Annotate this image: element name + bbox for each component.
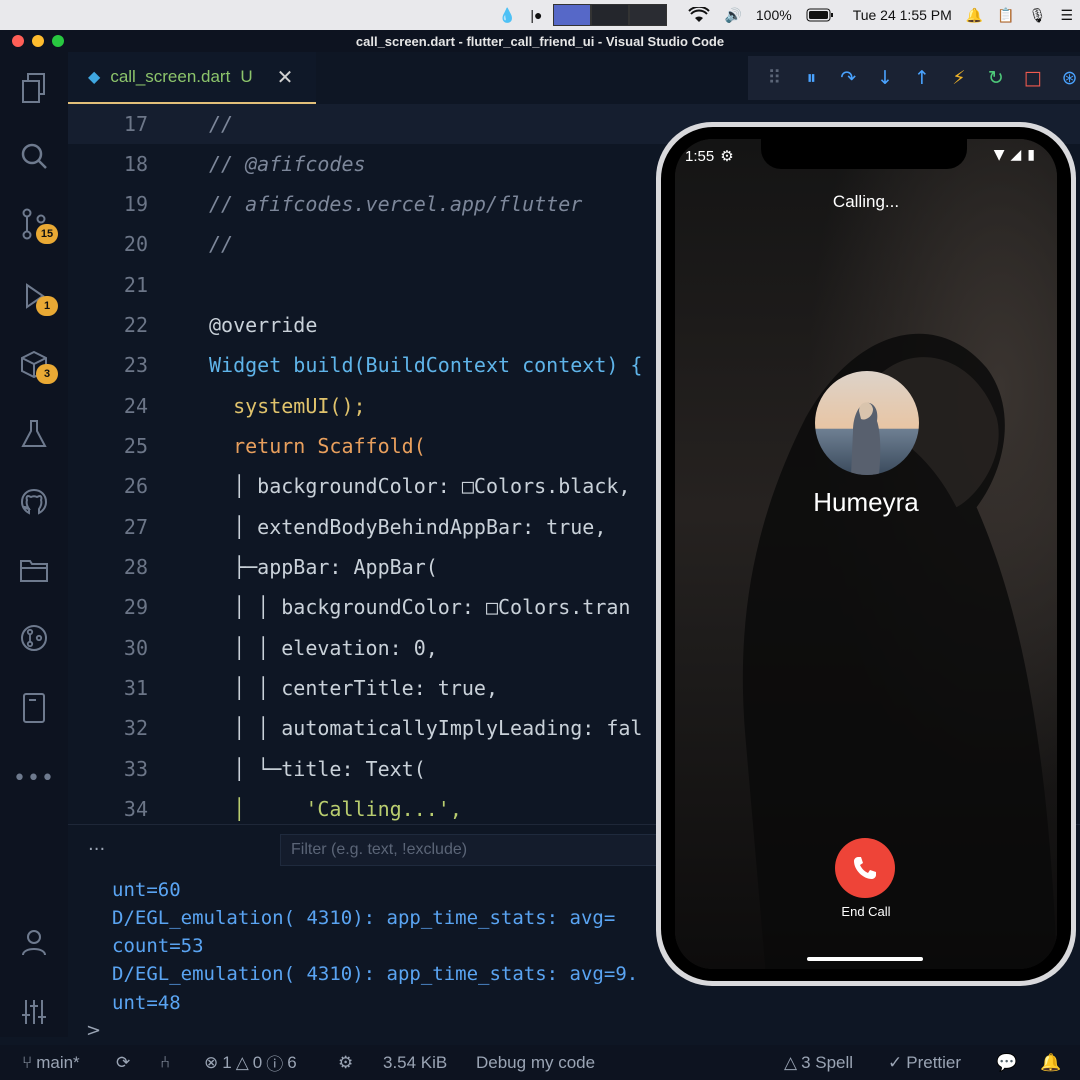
problems-indicator[interactable]: ⊗ 1 △ 0 ⓘ 6 — [204, 1050, 297, 1075]
prettier-indicator[interactable]: ✓ Prettier — [888, 1053, 961, 1073]
space-2[interactable] — [591, 4, 630, 26]
console-prompt[interactable]: > — [86, 1020, 101, 1041]
restart-icon[interactable]: ↻ — [985, 67, 1006, 89]
avatar — [815, 371, 919, 475]
error-icon: ⊗ — [204, 1052, 219, 1072]
pause-icon[interactable]: ⏸ — [801, 67, 822, 89]
macos-menu-bar: 💧 |● 🔊 100% Tue 24 1:55 PM 🔔 📋 🎙 ☰ — [0, 0, 1080, 30]
tab-call-screen[interactable]: ◆ call_screen.dart U ✕ — [68, 52, 316, 104]
check-icon: ✓ — [888, 1052, 903, 1072]
account-icon[interactable] — [14, 922, 54, 962]
step-out-icon[interactable]: ↑ — [912, 67, 933, 89]
extensions-badge: 3 — [36, 364, 58, 384]
explorer-icon[interactable] — [14, 68, 54, 108]
log-line: count=53 — [112, 935, 204, 957]
git-graph-icon[interactable]: ⑃ — [160, 1053, 170, 1073]
testing-flask-icon[interactable] — [14, 414, 54, 454]
branch-icon: ⑂ — [22, 1052, 33, 1072]
log-line: D/EGL_emulation( 4310): app_time_stats: … — [112, 907, 616, 929]
hot-reload-icon[interactable]: ⚡ — [948, 67, 969, 89]
control-center-icon[interactable]: ☰ — [1053, 0, 1080, 30]
drag-handle-icon[interactable]: ⠿ — [764, 67, 785, 89]
maximize-window-button[interactable] — [52, 35, 64, 47]
wifi-icon: ▼ — [993, 147, 1005, 163]
activity-bar: 15 1 3 ••• — [0, 52, 68, 1037]
dart-file-icon: ◆ — [88, 69, 101, 86]
calling-title: Calling... — [832, 192, 900, 211]
battery-icon[interactable] — [799, 0, 841, 30]
panel-more-icon[interactable]: ··· — [88, 839, 105, 860]
folder-icon[interactable] — [14, 550, 54, 590]
phone-icon — [854, 857, 876, 879]
clipboard-icon[interactable]: 📋 — [990, 0, 1021, 30]
device-icon[interactable] — [14, 688, 54, 728]
phone-notch — [761, 139, 967, 169]
more-icon[interactable]: ••• — [13, 758, 54, 798]
run-debug-badge: 1 — [36, 296, 58, 316]
pull-requests-icon[interactable] — [14, 618, 54, 658]
close-tab-icon[interactable]: ✕ — [277, 65, 294, 90]
droplet-icon[interactable]: 💧 — [492, 0, 523, 30]
debug-config[interactable]: Debug my code — [476, 1053, 595, 1073]
notification-bell-icon[interactable]: 🔔 — [959, 0, 990, 30]
phone-status-time: 1:55 ⚙ — [685, 147, 734, 166]
caller-name: Humeyra — [813, 487, 919, 517]
end-call-button[interactable] — [835, 838, 895, 898]
settings-gear-icon: ⚙ — [720, 148, 734, 165]
battery-percent: 100% — [755, 7, 792, 23]
space-3[interactable] — [629, 4, 668, 26]
feedback-icon[interactable]: 💬 — [996, 1053, 1017, 1073]
log-line: unt=60 — [112, 879, 181, 901]
window-title: call_screen.dart - flutter_call_friend_u… — [355, 33, 725, 49]
sync-icon[interactable]: ⟳ — [116, 1053, 130, 1073]
space-1[interactable] — [553, 4, 592, 26]
battery-icon: ▮ — [1027, 147, 1035, 163]
log-line: D/EGL_emulation( 4310): app_time_stats: … — [112, 963, 639, 985]
extensions-icon[interactable]: 3 — [14, 344, 58, 384]
call-screen: 1:55 ⚙ ▼ ◢ ▮ Calling... Humeyra End Call — [675, 139, 1057, 969]
tab-filename: call_screen.dart — [110, 67, 231, 86]
search-icon[interactable] — [14, 136, 54, 176]
branch-indicator[interactable]: ⑂ main* — [22, 1053, 80, 1073]
run-debug-icon[interactable]: 1 — [14, 276, 58, 316]
stop-icon[interactable]: □ — [1022, 67, 1043, 89]
spaces-indicator[interactable] — [553, 4, 668, 26]
signal-icon: ◢ — [1010, 147, 1022, 163]
clock[interactable]: Tue 24 1:55 PM — [841, 0, 959, 30]
status-bar: ⑂ main* ⟳ ⑃ ⊗ 1 △ 0 ⓘ 6 ⚙ 3.54 KiB Debug… — [0, 1045, 1080, 1080]
run-icon[interactable]: ⚙ — [338, 1053, 353, 1073]
home-indicator[interactable] — [807, 957, 923, 961]
close-window-button[interactable] — [12, 35, 24, 47]
warning-icon: △ — [235, 1052, 249, 1072]
tab-untracked-status: U — [240, 67, 253, 86]
source-control-badge: 15 — [36, 224, 58, 244]
github-icon[interactable] — [14, 482, 54, 522]
console-filter-input[interactable]: Filter (e.g. text, !exclude) — [280, 834, 700, 866]
debug-toolbar: ⠿ ⏸ ↷ ↓ ↑ ⚡ ↻ □ ⊛ — [748, 56, 1080, 100]
spell-indicator[interactable]: △ 3 Spell — [784, 1053, 853, 1073]
phone-bezel: 1:55 ⚙ ▼ ◢ ▮ Calling... Humeyra End Call — [661, 127, 1071, 981]
step-over-icon[interactable]: ↷ — [838, 67, 859, 89]
warning-icon: △ — [784, 1052, 798, 1072]
log-line: unt=48 — [112, 992, 181, 1014]
iphone-simulator: 1:55 ⚙ ▼ ◢ ▮ Calling... Humeyra End Call — [656, 122, 1076, 986]
devtools-icon[interactable]: ⊛ — [1059, 67, 1080, 89]
toggle-indicator-icon[interactable]: |● — [523, 0, 549, 30]
settings-sliders-icon[interactable] — [14, 992, 54, 1032]
info-icon: ⓘ — [266, 1055, 284, 1074]
wifi-icon[interactable] — [681, 0, 717, 30]
microphone-icon[interactable]: 🎙 — [1022, 0, 1054, 30]
step-into-icon[interactable]: ↓ — [875, 67, 896, 89]
file-size: 3.54 KiB — [383, 1052, 448, 1072]
notifications-icon[interactable]: 🔔 — [1040, 1053, 1061, 1073]
source-control-icon[interactable]: 15 — [14, 204, 58, 244]
end-call-label: End Call — [841, 904, 891, 919]
window-title-bar: call_screen.dart - flutter_call_friend_u… — [0, 30, 1080, 52]
traffic-lights — [12, 35, 64, 47]
phone-status-icons: ▼ ◢ ▮ — [994, 147, 1035, 163]
volume-icon[interactable]: 🔊 — [717, 0, 748, 30]
minimize-window-button[interactable] — [32, 35, 44, 47]
